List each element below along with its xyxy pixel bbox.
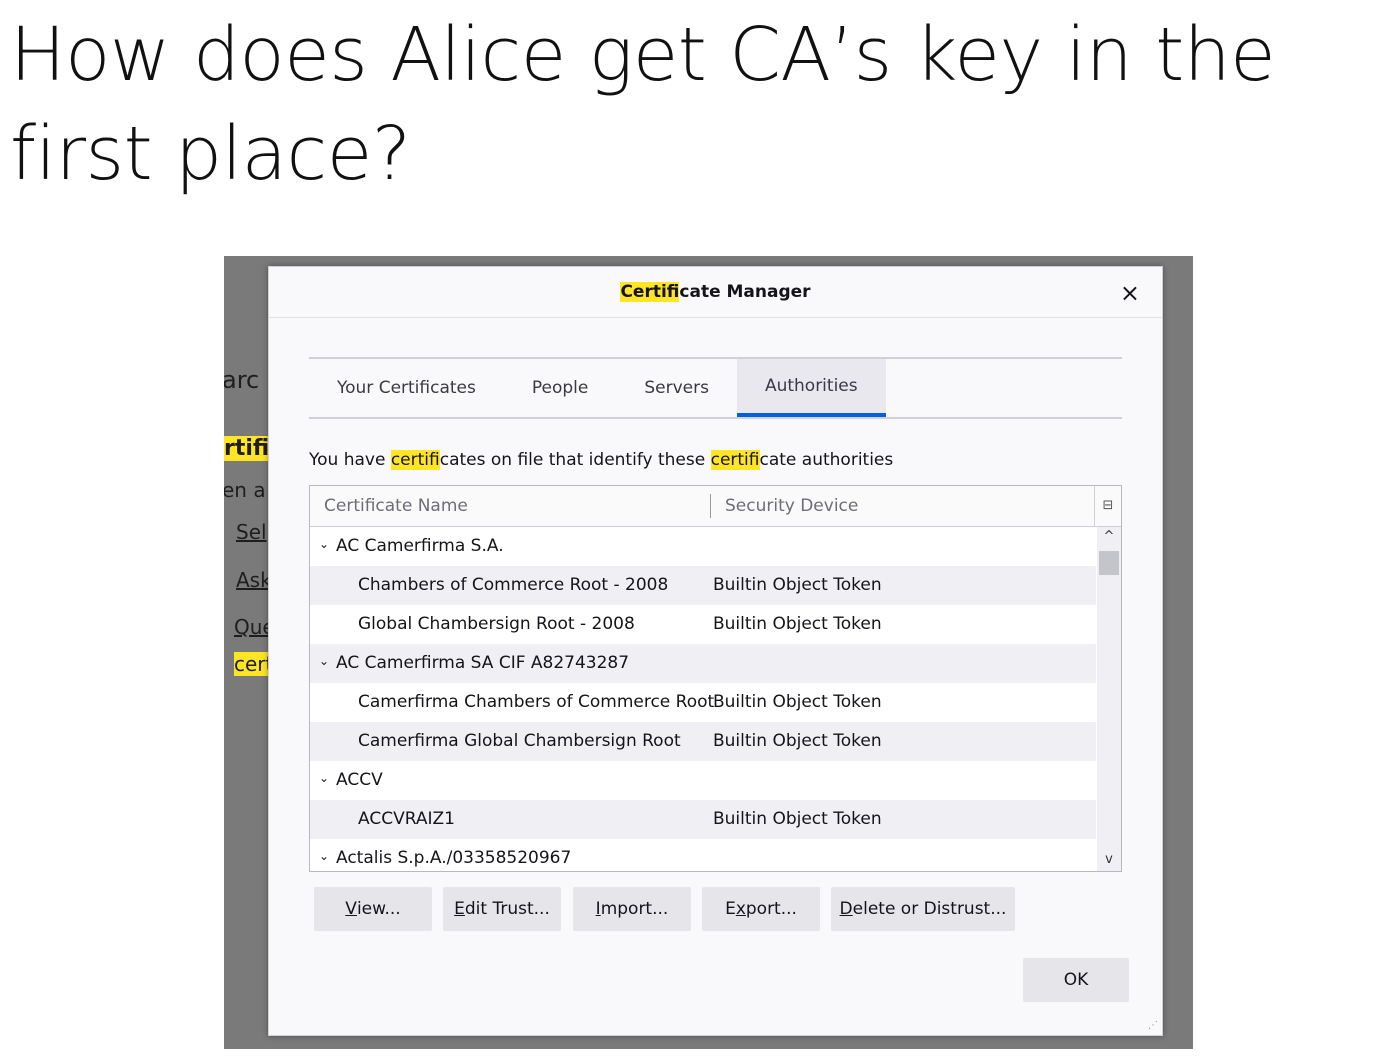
tree-rows: ⌄ AC Camerfirma S.A. Chambers of Commerce … xyxy=(310,527,1096,871)
certificate-name: Camerfirma Chambers of Commerce Root xyxy=(358,692,715,712)
resize-grip-icon[interactable]: ⋰ xyxy=(1148,1020,1158,1031)
vertical-scrollbar[interactable]: ^ v xyxy=(1097,527,1121,871)
bg-link-ask[interactable]: Ask xyxy=(236,568,272,592)
column-header-certificate-name[interactable]: Certificate Name xyxy=(324,496,468,516)
chevron-down-icon[interactable]: ⌄ xyxy=(319,849,329,863)
chevron-down-icon[interactable]: ⌄ xyxy=(319,537,329,551)
scroll-down-icon[interactable]: v xyxy=(1097,852,1121,867)
certificate-name: Actalis S.p.A./03358520967 xyxy=(336,848,572,868)
scroll-up-icon[interactable]: ^ xyxy=(1097,529,1121,544)
tree-row[interactable]: Chambers of Commerce Root - 2008 Builtin … xyxy=(310,566,1096,605)
intro-text: You have certificates on file that ident… xyxy=(309,450,894,470)
tree-row[interactable]: Global Chambersign Root - 2008 Builtin Ob… xyxy=(310,605,1096,644)
certificate-manager-dialog: Certificate Manager × Your Certificates … xyxy=(268,266,1163,1036)
tree-group-row[interactable]: ⌄ Actalis S.p.A./03358520967 xyxy=(310,839,1096,871)
security-device: Builtin Object Token xyxy=(713,575,882,595)
edit-trust-button[interactable]: Edit Trust... xyxy=(443,887,561,931)
chevron-down-icon[interactable]: ⌄ xyxy=(319,771,329,785)
import-button[interactable]: Import... xyxy=(573,887,691,931)
certificate-name: ACCV xyxy=(336,770,383,790)
certificate-name: Camerfirma Global Chambersign Root xyxy=(358,731,681,751)
slide-title-line1: How does Alice get CA’s key in the xyxy=(10,12,1276,98)
security-device: Builtin Object Token xyxy=(713,809,882,829)
column-header-security-device[interactable]: Security Device xyxy=(725,496,858,516)
certificate-name: Chambers of Commerce Root - 2008 xyxy=(358,575,669,595)
tab-servers[interactable]: Servers xyxy=(616,359,737,417)
view-button[interactable]: View... xyxy=(314,887,432,931)
slide-title: How does Alice get CA’s key in the first… xyxy=(10,6,1390,204)
column-separator[interactable] xyxy=(710,494,711,518)
certificate-name: Global Chambersign Root - 2008 xyxy=(358,614,635,634)
tree-row[interactable]: Camerfirma Chambers of Commerce Root Buil… xyxy=(310,683,1096,722)
certificate-name: AC Camerfirma SA CIF A82743287 xyxy=(336,653,630,673)
security-device: Builtin Object Token xyxy=(713,692,882,712)
tree-row[interactable]: ACCVRAIZ1 Builtin Object Token xyxy=(310,800,1096,839)
certificate-name: AC Camerfirma S.A. xyxy=(336,536,504,556)
tab-people[interactable]: People xyxy=(504,359,616,417)
bg-fragment-when: en a xyxy=(224,478,266,502)
scroll-thumb[interactable] xyxy=(1099,551,1119,575)
screenshot-panel: arc rtific en a Sel Ask Que cert Certifi… xyxy=(224,256,1193,1049)
security-device: Builtin Object Token xyxy=(713,614,882,634)
tab-bar: Your Certificates People Servers Authori… xyxy=(309,357,1122,419)
security-device: Builtin Object Token xyxy=(713,731,882,751)
tree-header: Certificate Name Security Device ⊟ xyxy=(310,486,1121,527)
tab-authorities[interactable]: Authorities xyxy=(736,359,886,417)
certificate-name: ACCVRAIZ1 xyxy=(358,809,455,829)
tree-group-row[interactable]: ⌄ ACCV xyxy=(310,761,1096,800)
slide-title-line2: first place? xyxy=(10,111,411,197)
bg-link-select[interactable]: Sel xyxy=(236,520,267,544)
ok-button[interactable]: OK xyxy=(1023,958,1129,1002)
bg-fragment-search: arc xyxy=(224,366,260,394)
tree-row[interactable]: Camerfirma Global Chambersign Root Builti… xyxy=(310,722,1096,761)
column-picker-icon[interactable]: ⊟ xyxy=(1094,486,1121,526)
tree-group-row[interactable]: ⌄ AC Camerfirma SA CIF A82743287 xyxy=(310,644,1096,683)
tree-group-row[interactable]: ⌄ AC Camerfirma S.A. xyxy=(310,527,1096,566)
chevron-down-icon[interactable]: ⌄ xyxy=(319,654,329,668)
dialog-title: Certificate Manager xyxy=(620,282,811,302)
dialog-titlebar: Certificate Manager × xyxy=(269,267,1162,318)
close-icon[interactable]: × xyxy=(1120,279,1140,307)
certificate-tree[interactable]: Certificate Name Security Device ⊟ ⌄ AC C… xyxy=(309,485,1122,872)
delete-or-distrust-button[interactable]: Delete or Distrust... xyxy=(831,887,1015,931)
export-button[interactable]: Ex port... xyxy=(702,887,820,931)
tab-your-certificates[interactable]: Your Certificates xyxy=(309,359,504,417)
